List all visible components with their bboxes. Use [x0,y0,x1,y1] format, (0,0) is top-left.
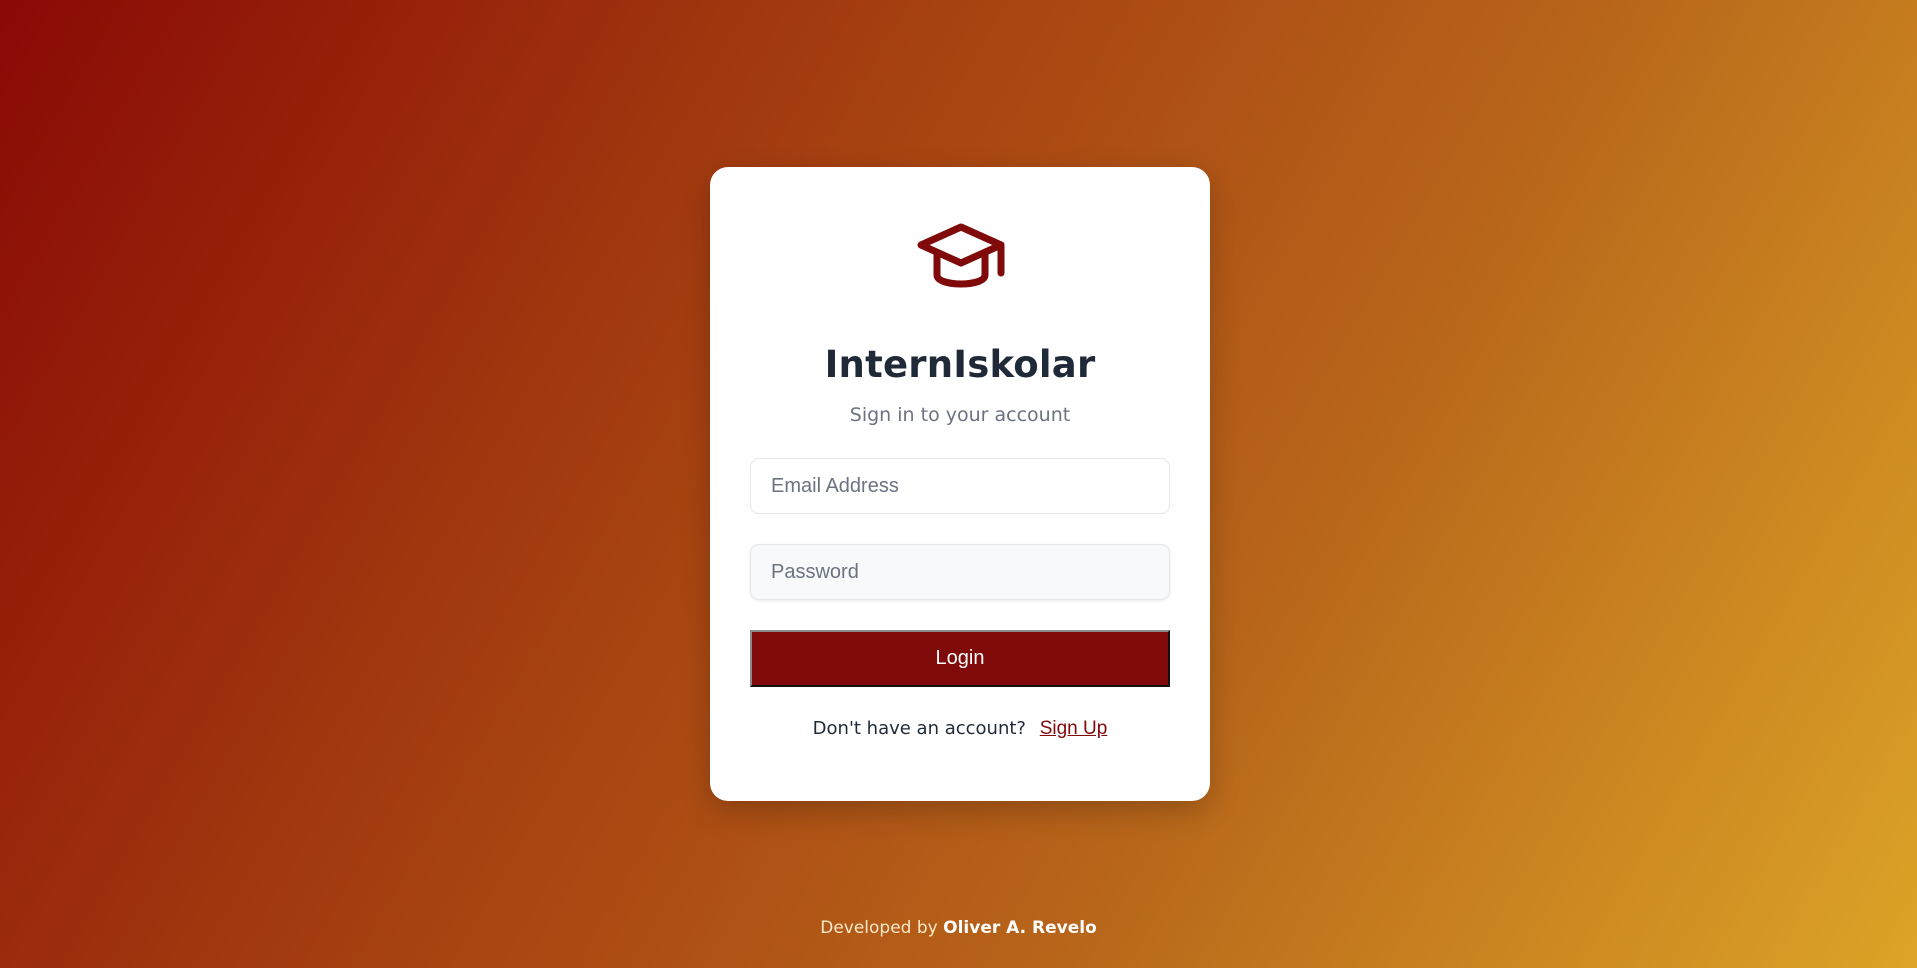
footer-prefix: Developed by [820,918,938,938]
app-subtitle: Sign in to your account [849,404,1071,426]
graduation-cap-icon [913,221,1009,297]
signup-prompt-text: Don't have an account? [812,718,1026,739]
login-button[interactable]: Login [750,630,1170,687]
email-field[interactable] [750,458,1170,514]
app-title: InternIskolar [824,343,1096,386]
signup-prompt-row: Don't have an account? Sign Up [710,718,1210,740]
footer-credit: Developed by Oliver A. Revelo [0,918,1917,938]
password-field[interactable] [750,544,1170,600]
signup-link[interactable]: Sign Up [1040,718,1108,739]
login-card: InternIskolar Sign in to your account Lo… [710,167,1210,801]
footer-author: Oliver A. Revelo [943,918,1097,938]
